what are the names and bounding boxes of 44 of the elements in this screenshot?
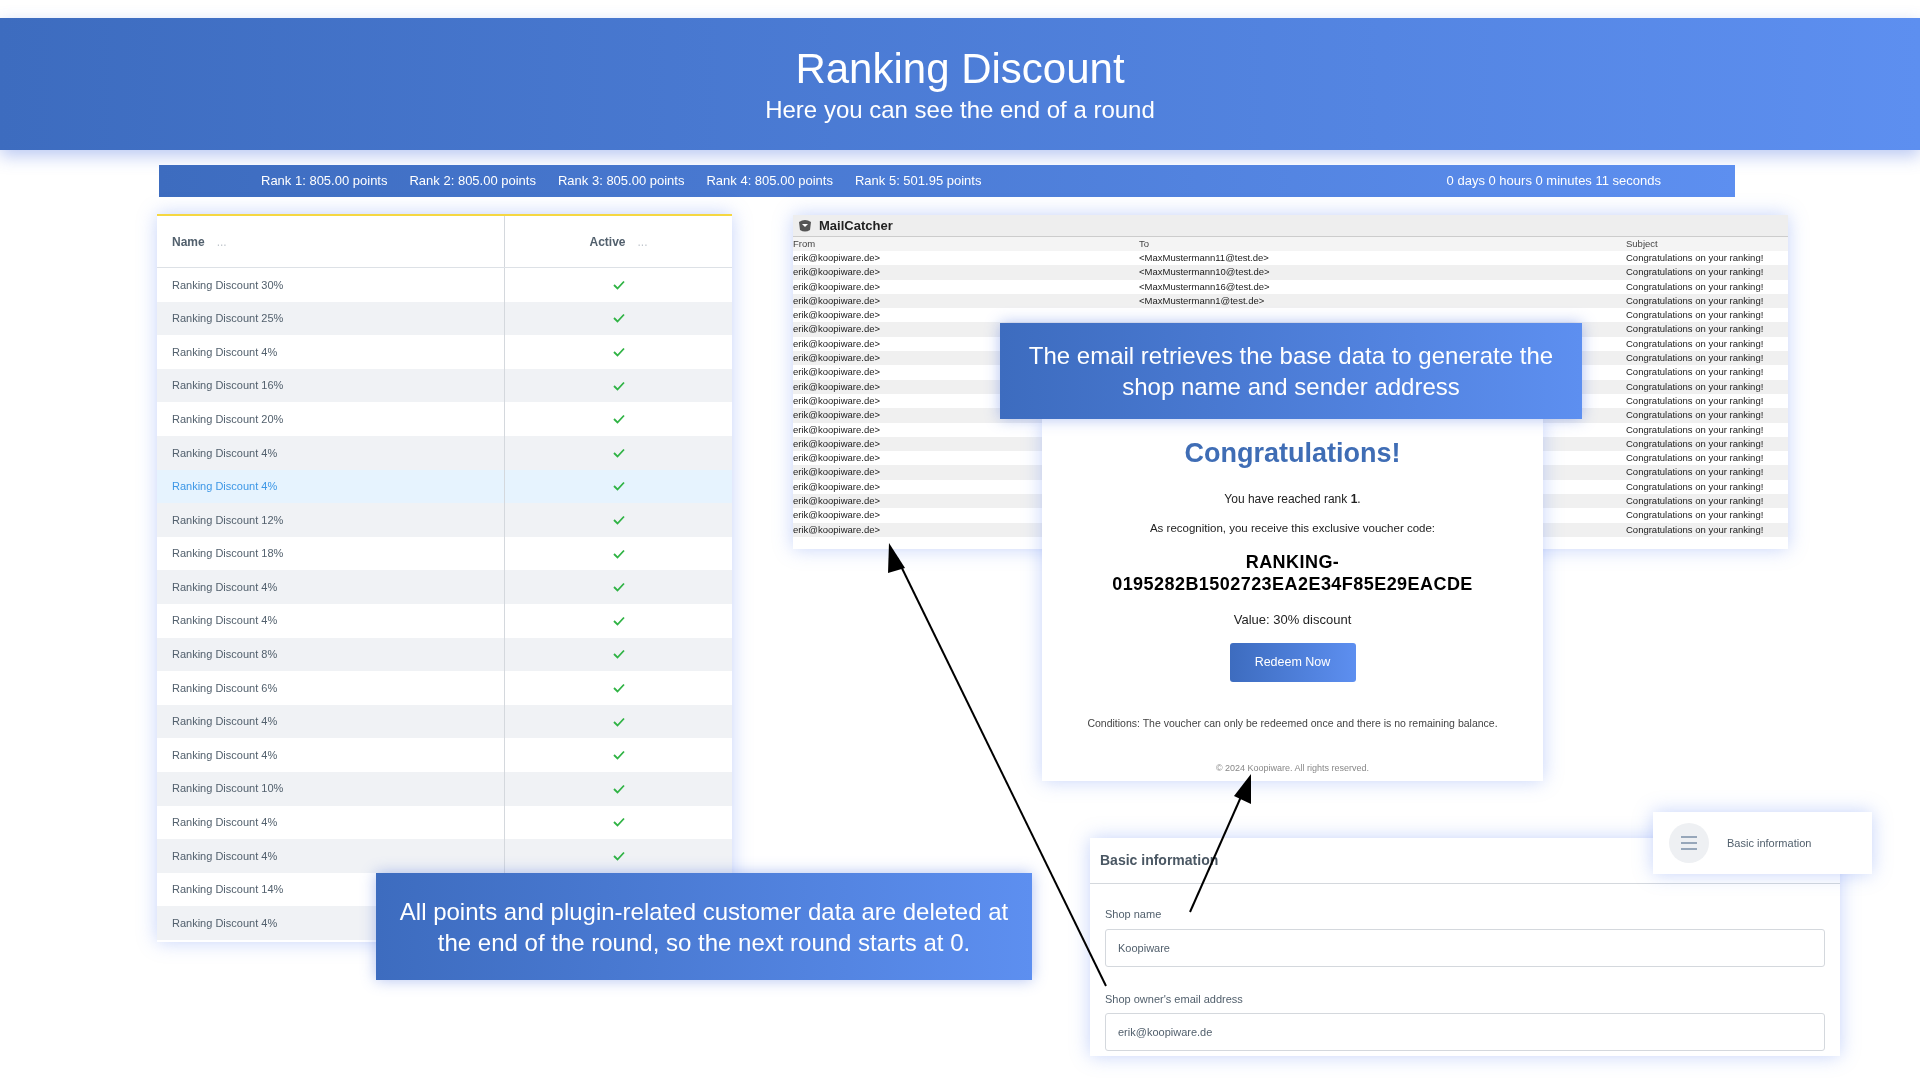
rank-score: Rank 2: 805.00 points bbox=[409, 172, 536, 191]
discount-name: Ranking Discount 30% bbox=[172, 277, 284, 293]
discount-name: Ranking Discount 6% bbox=[172, 680, 278, 696]
rank-score: Rank 4: 805.00 points bbox=[706, 172, 833, 191]
discount-name: Ranking Discount 4% bbox=[172, 344, 278, 360]
column-header: Name bbox=[172, 233, 205, 251]
discount-name: Ranking Discount 4% bbox=[172, 915, 278, 931]
discount-name: Ranking Discount 12% bbox=[172, 512, 284, 528]
rank-text: You have reached rank 1. bbox=[1224, 490, 1361, 508]
discount-name: Ranking Discount 20% bbox=[172, 411, 284, 427]
discount-name: Ranking Discount 10% bbox=[172, 781, 284, 797]
discount-name: Ranking Discount 4% bbox=[172, 815, 278, 831]
discount-name: Ranking Discount 4% bbox=[172, 479, 278, 495]
voucher-value: Value: 30% discount bbox=[1233, 610, 1352, 629]
field-label: Shop owner's email address bbox=[1105, 991, 1244, 1007]
callout-text: All points and plugin-related customer data are deleted at the end of the round, so the next round starts at 0. bbox=[398, 896, 1010, 958]
column-header: From bbox=[793, 237, 817, 251]
copyright-text: © 2024 Koopiware. All rights reserved. bbox=[1215, 762, 1370, 775]
discount-name: Ranking Discount 4% bbox=[172, 848, 278, 864]
discount-name: Ranking Discount 14% bbox=[172, 882, 284, 898]
voucher-intro: As recognition, you receive this exclusive voucher code: bbox=[1149, 520, 1436, 536]
column-header: To bbox=[1139, 237, 1151, 251]
conditions-text: Conditions: The voucher can only be redeemed once and there is no remaining balance. bbox=[1087, 716, 1498, 732]
discount-name: Ranking Discount 4% bbox=[172, 747, 278, 763]
discount-name: Ranking Discount 4% bbox=[172, 445, 278, 461]
column-header: Subject bbox=[1626, 237, 1659, 251]
rank-score: Rank 5: 501.95 points bbox=[854, 172, 982, 191]
page-subtitle: Here you can see the end of a round bbox=[765, 95, 1155, 126]
discount-name: Ranking Discount 4% bbox=[172, 613, 278, 629]
voucher-code: RANKING-0195282B1502723EA2E34F85E29EACDE bbox=[1111, 550, 1474, 596]
rank-score: Rank 1: 805.00 points bbox=[261, 172, 388, 191]
discount-name: Ranking Discount 4% bbox=[172, 579, 278, 595]
field-label: Shop name bbox=[1105, 907, 1163, 922]
page-title: Ranking Discount bbox=[795, 43, 1125, 94]
discount-name: Ranking Discount 8% bbox=[172, 647, 278, 663]
rank-score: Rank 3: 805.00 points bbox=[557, 172, 685, 191]
discount-name: Ranking Discount 18% bbox=[172, 546, 284, 562]
column-header: Active bbox=[589, 233, 626, 251]
discount-name: Ranking Discount 25% bbox=[172, 311, 284, 327]
round-timer: 0 days 0 hours 0 minutes 11 seconds bbox=[1446, 172, 1661, 191]
nav-label: Basic information bbox=[1727, 835, 1812, 851]
app-title: MailCatcher bbox=[819, 216, 893, 235]
discount-name: Ranking Discount 16% bbox=[172, 378, 284, 394]
discount-name: Ranking Discount 4% bbox=[172, 714, 278, 730]
